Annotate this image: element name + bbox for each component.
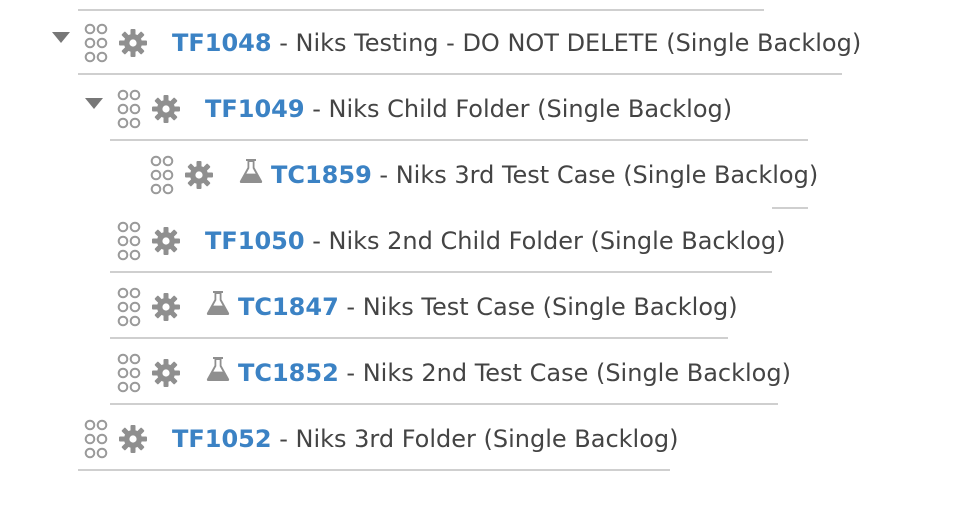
item-id-link[interactable]: TF1048	[172, 29, 272, 57]
drag-handle-icon[interactable]	[84, 23, 108, 63]
tree-divider	[110, 337, 728, 339]
tree-divider	[78, 73, 842, 75]
item-id-link[interactable]: TC1859	[271, 161, 372, 189]
gear-icon[interactable]	[184, 160, 214, 190]
item-title: - Niks 3rd Test Case (Single Backlog)	[379, 161, 819, 189]
flask-icon	[239, 158, 263, 184]
tree-row[interactable]: TC1852 - Niks 2nd Test Case (Single Back…	[0, 340, 968, 406]
tree-divider	[110, 271, 772, 273]
row-label: TC1859 - Niks 3rd Test Case (Single Back…	[271, 160, 818, 190]
item-title: - Niks 3rd Folder (Single Backlog)	[279, 425, 679, 453]
drag-handle-icon[interactable]	[84, 419, 108, 459]
row-label: TF1050 - Niks 2nd Child Folder (Single B…	[205, 226, 785, 256]
tree-row[interactable]: TF1052 - Niks 3rd Folder (Single Backlog…	[0, 406, 968, 472]
drag-handle-icon[interactable]	[117, 353, 141, 393]
flask-icon	[206, 290, 230, 316]
gear-icon[interactable]	[151, 292, 181, 322]
gear-icon[interactable]	[118, 424, 148, 454]
item-id-link[interactable]: TC1847	[238, 293, 339, 321]
tree-divider	[78, 469, 670, 471]
item-title: - Niks Child Folder (Single Backlog)	[312, 95, 733, 123]
tree-row[interactable]: TC1859 - Niks 3rd Test Case (Single Back…	[0, 142, 968, 208]
item-title: - Niks Test Case (Single Backlog)	[346, 293, 738, 321]
item-title: - Niks 2nd Child Folder (Single Backlog)	[312, 227, 786, 255]
item-title: - Niks Testing - DO NOT DELETE (Single B…	[279, 29, 862, 57]
gear-icon[interactable]	[118, 28, 148, 58]
gear-icon[interactable]	[151, 358, 181, 388]
item-id-link[interactable]: TF1050	[205, 227, 305, 255]
drag-handle-icon[interactable]	[117, 287, 141, 327]
gear-icon[interactable]	[151, 226, 181, 256]
tree-row[interactable]: TF1050 - Niks 2nd Child Folder (Single B…	[0, 208, 968, 274]
drag-handle-icon[interactable]	[117, 89, 141, 129]
expand-caret-icon[interactable]	[50, 27, 72, 49]
item-id-link[interactable]: TC1852	[238, 359, 339, 387]
item-id-link[interactable]: TF1052	[172, 425, 272, 453]
item-id-link[interactable]: TF1049	[205, 95, 305, 123]
tree-divider	[110, 139, 808, 141]
row-label: TC1852 - Niks 2nd Test Case (Single Back…	[238, 358, 791, 388]
drag-handle-icon[interactable]	[117, 221, 141, 261]
item-title: - Niks 2nd Test Case (Single Backlog)	[346, 359, 791, 387]
tree-row[interactable]: TC1847 - Niks Test Case (Single Backlog)	[0, 274, 968, 340]
drag-handle-icon[interactable]	[150, 155, 174, 195]
row-label: TF1049 - Niks Child Folder (Single Backl…	[205, 94, 732, 124]
flask-icon	[206, 356, 230, 382]
tree-divider	[110, 403, 778, 405]
row-label: TF1052 - Niks 3rd Folder (Single Backlog…	[172, 424, 679, 454]
tree-row[interactable]: TF1049 - Niks Child Folder (Single Backl…	[0, 76, 968, 142]
test-repository-tree: TF1048 - Niks Testing - DO NOT DELETE (S…	[0, 0, 968, 526]
gear-icon[interactable]	[151, 94, 181, 124]
expand-caret-icon[interactable]	[83, 93, 105, 115]
row-label: TC1847 - Niks Test Case (Single Backlog)	[238, 292, 738, 322]
tree-row[interactable]: TF1048 - Niks Testing - DO NOT DELETE (S…	[0, 10, 968, 76]
row-label: TF1048 - Niks Testing - DO NOT DELETE (S…	[172, 28, 861, 58]
